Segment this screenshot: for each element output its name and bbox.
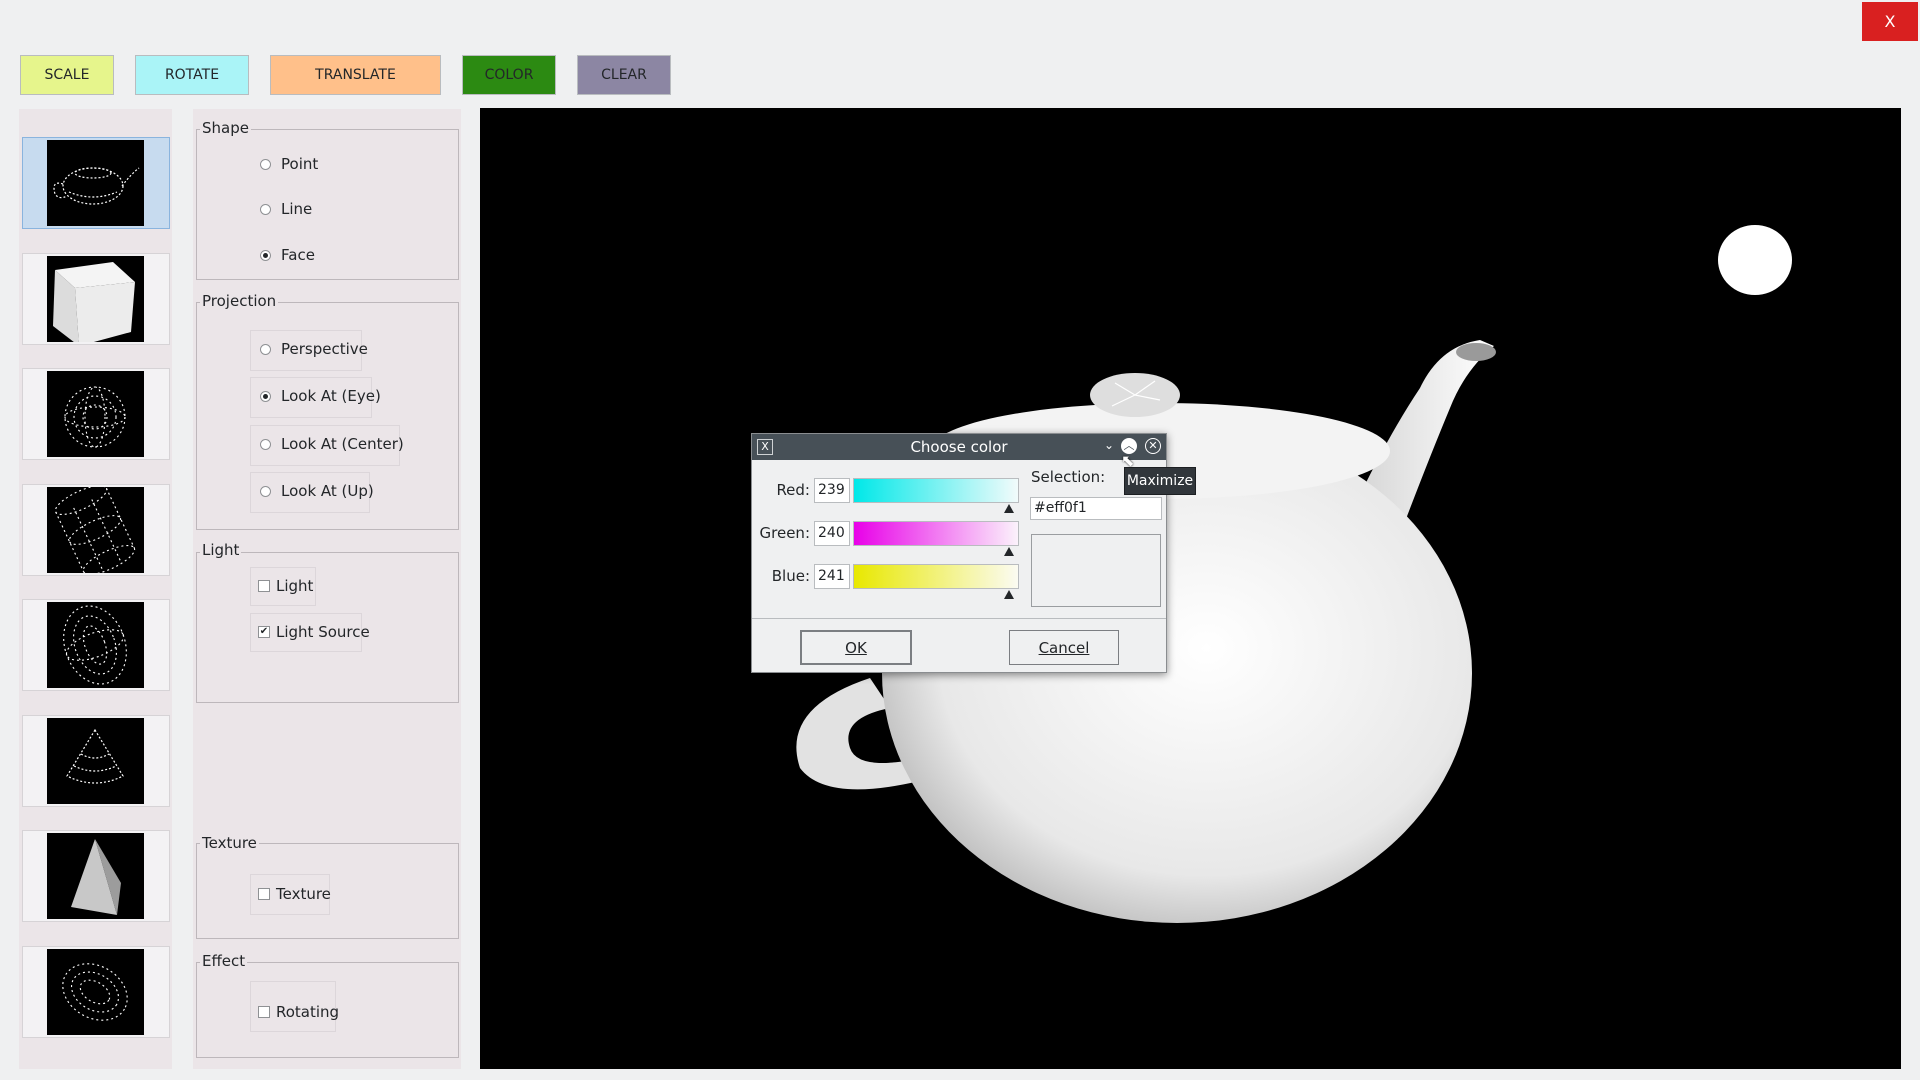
blue-slider[interactable] bbox=[853, 564, 1019, 589]
projection-group-title: Projection bbox=[200, 292, 279, 310]
teapot-wireframe-icon bbox=[47, 140, 144, 226]
checkbox-icon bbox=[258, 888, 270, 900]
light-source-checkbox[interactable]: ✔ Light Source bbox=[258, 623, 370, 641]
minimize-icon[interactable]: ⌄ bbox=[1104, 438, 1114, 452]
red-value-input[interactable]: 239 bbox=[814, 478, 850, 503]
rotate-button[interactable]: ROTATE bbox=[135, 55, 249, 95]
cone-wireframe-icon bbox=[47, 718, 144, 804]
thumbnail-cone[interactable] bbox=[22, 715, 170, 807]
color-button[interactable]: COLOR bbox=[462, 55, 556, 95]
radio-selected-icon bbox=[260, 249, 271, 261]
teapot-render bbox=[796, 225, 1792, 923]
color-preview-swatch bbox=[1031, 534, 1161, 607]
red-slider[interactable] bbox=[853, 478, 1019, 503]
green-slider-handle[interactable] bbox=[1004, 547, 1014, 556]
green-value-input[interactable]: 240 bbox=[814, 521, 850, 546]
effect-group-title: Effect bbox=[200, 952, 248, 970]
projection-look-center-option[interactable]: Look At (Center) bbox=[260, 435, 404, 453]
cylinder-wireframe-icon bbox=[47, 487, 144, 573]
green-label: Green: bbox=[759, 524, 810, 542]
green-slider[interactable] bbox=[853, 521, 1019, 546]
texture-group-title: Texture bbox=[200, 834, 259, 852]
thumbnail-sphere[interactable] bbox=[22, 368, 170, 460]
close-dialog-icon[interactable]: ✕ bbox=[1145, 438, 1161, 454]
thumbnail-torus[interactable] bbox=[22, 946, 170, 1038]
shape-face-option[interactable]: Face bbox=[260, 246, 315, 264]
shape-point-option[interactable]: Point bbox=[260, 155, 318, 173]
shape-group-title: Shape bbox=[200, 119, 251, 137]
light-group-title: Light bbox=[200, 541, 242, 559]
thumbnail-cube[interactable] bbox=[22, 253, 170, 345]
selection-label: Selection: bbox=[1031, 468, 1106, 486]
close-button[interactable]: X bbox=[1862, 2, 1918, 41]
ok-button[interactable]: OK bbox=[800, 630, 912, 665]
dialog-titlebar[interactable]: X Choose color ⌄ ︿ ✕ bbox=[752, 434, 1166, 460]
thumbnail-teapot[interactable] bbox=[22, 137, 170, 229]
radio-icon bbox=[260, 438, 271, 450]
torus-wireframe-icon bbox=[47, 949, 144, 1035]
thumbnail-ellipsoid[interactable] bbox=[22, 599, 170, 691]
pyramid-solid-icon bbox=[47, 833, 144, 919]
light-checkbox[interactable]: Light bbox=[258, 577, 313, 595]
mouse-cursor-icon: ⬉ bbox=[1121, 451, 1135, 470]
checkbox-icon bbox=[258, 1006, 270, 1018]
checkbox-icon bbox=[258, 580, 270, 592]
thumbnail-pyramid[interactable] bbox=[22, 830, 170, 922]
radio-icon bbox=[260, 203, 271, 215]
dialog-divider bbox=[752, 618, 1166, 619]
ellipsoid-wireframe-icon bbox=[47, 602, 144, 688]
shape-line-option[interactable]: Line bbox=[260, 200, 312, 218]
radio-selected-icon bbox=[260, 390, 271, 402]
light-source-sphere bbox=[1718, 225, 1792, 295]
choose-color-dialog: X Choose color ⌄ ︿ ✕ Red: 239 Green: 240… bbox=[751, 433, 1167, 673]
projection-perspective-option[interactable]: Perspective bbox=[260, 340, 368, 358]
blue-label: Blue: bbox=[771, 567, 810, 585]
rotating-checkbox[interactable]: Rotating bbox=[258, 1003, 339, 1021]
selection-input[interactable]: #eff0f1 bbox=[1030, 497, 1162, 520]
scale-button[interactable]: SCALE bbox=[20, 55, 114, 95]
render-viewport[interactable] bbox=[480, 108, 1901, 1069]
clear-button[interactable]: CLEAR bbox=[577, 55, 671, 95]
projection-look-eye-option[interactable]: Look At (Eye) bbox=[260, 387, 381, 405]
red-slider-handle[interactable] bbox=[1004, 504, 1014, 513]
radio-icon bbox=[260, 343, 271, 355]
projection-look-up-option[interactable]: Look At (Up) bbox=[260, 482, 374, 500]
texture-checkbox[interactable]: Texture bbox=[258, 885, 331, 903]
maximize-tooltip: Maximize bbox=[1124, 467, 1196, 495]
cancel-button[interactable]: Cancel bbox=[1009, 630, 1119, 665]
sphere-wireframe-icon bbox=[47, 371, 144, 457]
blue-slider-handle[interactable] bbox=[1004, 590, 1014, 599]
checkbox-checked-icon: ✔ bbox=[258, 626, 270, 638]
red-label: Red: bbox=[776, 481, 810, 499]
radio-icon bbox=[260, 485, 271, 497]
shape-group bbox=[196, 129, 459, 280]
thumbnail-cylinder[interactable] bbox=[22, 484, 170, 576]
translate-button[interactable]: TRANSLATE bbox=[270, 55, 441, 95]
radio-icon bbox=[260, 158, 271, 170]
blue-value-input[interactable]: 241 bbox=[814, 564, 850, 589]
cube-solid-icon bbox=[47, 256, 144, 342]
